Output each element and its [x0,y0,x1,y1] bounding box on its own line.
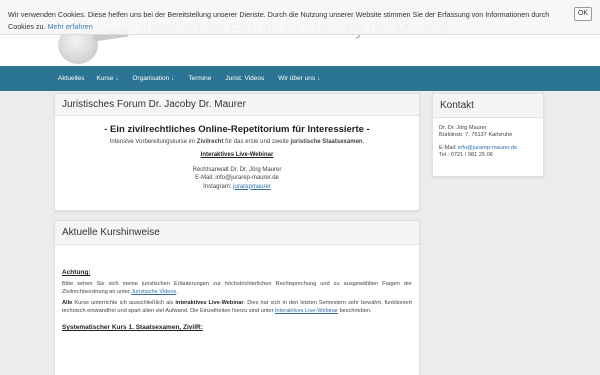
instagram-line: Instagram: jurarepmaurer [55,183,419,192]
arrow-down-icon: ↓ [171,76,175,82]
contact-name: Dr. Dr. Jörg Maurer [439,125,487,131]
intro-subline: Intensive Vorbereitungskurse im Zivilrec… [55,138,419,147]
notice-text: Bitte sehen Sie sich meine juristischen … [62,281,412,295]
news-panel-body: Achtung: Bitte sehen Sie sich meine juri… [55,269,419,332]
intro-subline-bold: Zivilrecht [196,138,224,145]
notice-text: . [176,289,178,295]
intro-subline-text: Intensive Vorbereitungskurse im [109,138,197,145]
nav-item-label: Wir über uns [278,75,316,82]
webinar-text: Kurse unterrichte ich ausschließlich als [72,300,176,306]
nav-item-aktuelles[interactable]: Aktuelles [58,75,84,82]
nav-item-label: Jurist. Videos [225,75,265,82]
contact-email-line: E-Mail: info@jurarep-maurer.de [439,145,537,152]
contact-panel: Kontakt Dr. Dr. Jörg Maurer Bürklinstr. … [432,93,544,177]
lawyer-name: Rechtsanwalt Dr. Dr. Jörg Maurer [192,166,282,173]
nav-item-organisation[interactable]: Organisation ↓ [132,75,174,82]
contact-phone: Tel.: 0721 / 981 25 06 [439,152,493,159]
nav-item-label: Organisation [132,75,170,82]
arrow-down-icon: ↓ [115,76,119,82]
intro-subline-text: für das erste und zweite [223,138,291,145]
intro-headline: - Ein zivilrechtliches Online-Repetitori… [104,124,370,135]
intro-panel-title: Juristisches Forum Dr. Jacoby Dr. Maurer [55,94,419,116]
nav-item-label: Aktuelles [58,75,85,82]
cookie-banner: Wir verwenden Cookies. Diese helfen uns … [0,0,600,35]
intro-panel-body: - Ein zivilrechtliches Online-Repetitori… [55,124,419,192]
nav-item-label: Termine [188,75,212,82]
intro-subline-text: . [362,138,365,145]
nav-item-label: Kurse [96,75,114,82]
notice-heading: Achtung: [62,269,91,276]
webinar-text-bold: Alle [62,300,73,306]
cookie-text: Wir verwenden Cookies. Diese helfen uns … [8,9,568,33]
contact-email-label: E-Mail: [439,144,458,151]
nav-list: Aktuelles Kurse ↓ Organisation ↓ Termine Juris… [58,66,334,91]
webinar-text-bold: interaktives Live-Webinar [175,300,244,306]
videos-link[interactable]: Juristische Videos [131,289,176,295]
nav-item-kurse[interactable]: Kurse ↓ [96,75,118,82]
nav-item-termine[interactable]: Termine [188,75,211,82]
instagram-label: Instagram: [203,183,234,190]
webinar-paragraph: Alle Kurse unterrichte ich ausschließlic… [62,299,412,315]
nav-item-jurist-videos[interactable]: Jurist. Videos [225,75,264,82]
contact-address: Bürklinstr. 7, 76137 Karlsruhe [439,132,513,139]
webinar-link[interactable]: Interaktives Live-Webinar [55,151,419,160]
news-panel: Aktuelle Kurshinweise Achtung: Bitte seh… [54,220,420,375]
contact-email-link[interactable]: info@jurarep-maurer.de [458,145,517,151]
notice-paragraph: Bitte sehen Sie sich meine juristischen … [62,280,412,296]
nav-item-wir-über-uns[interactable]: Wir über uns ↓ [278,75,320,82]
news-panel-title: Aktuelle Kurshinweise [55,221,419,245]
webinar-text: beschrieben. [338,308,372,314]
cookie-ok-button[interactable]: OK [574,7,592,21]
main-nav: Aktuelles Kurse ↓ Organisation ↓ Termine Juris… [0,66,600,91]
cookie-more-link[interactable]: Mehr erfahren [48,22,93,31]
live-webinar-link[interactable]: Interaktives Live-Webinar [275,308,338,314]
contact-panel-body: Dr. Dr. Jörg Maurer Bürklinstr. 7, 76137… [433,118,543,160]
intro-email: E-Mail: info@jurarep-maurer.de [195,175,279,181]
arrow-down-icon: ↓ [317,76,321,82]
intro-subline-bold: juristische Staatsexamen [290,138,363,145]
course-heading: Systematischer Kurs 1. Staatsexamen, Ziv… [62,324,203,331]
instagram-link[interactable]: jurarepmaurer [233,184,271,190]
contact-panel-title: Kontakt [433,94,543,118]
intro-panel: Juristisches Forum Dr. Jacoby Dr. Maurer… [54,93,420,211]
